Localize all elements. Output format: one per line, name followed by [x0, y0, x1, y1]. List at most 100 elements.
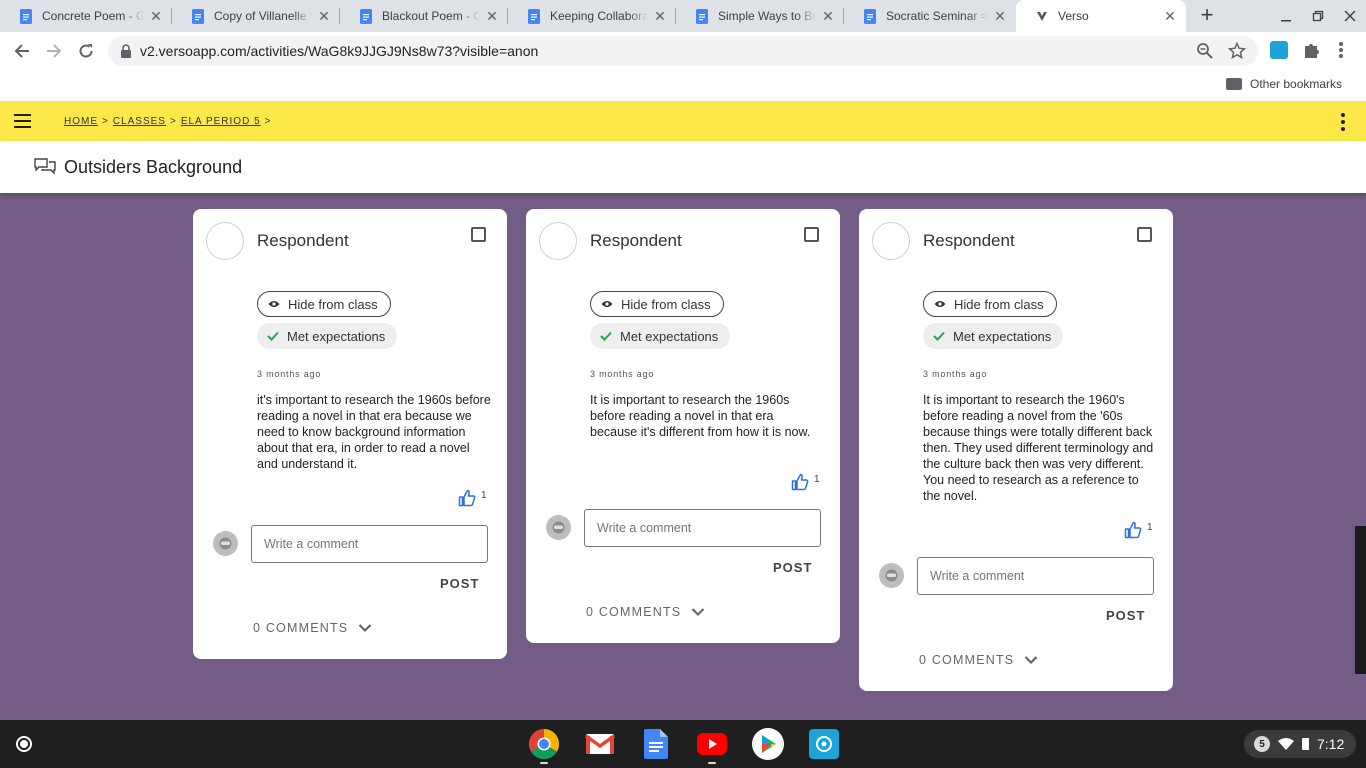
browser-tab-strip: Concrete Poem - Go ✕ Copy of Villanelle … [0, 0, 1366, 32]
hide-from-class-button[interactable]: Hide from class [257, 291, 391, 317]
browser-tab[interactable]: Concrete Poem - Go ✕ [0, 0, 172, 32]
chrome-icon[interactable] [528, 728, 560, 760]
check-icon [933, 331, 945, 341]
other-bookmarks[interactable]: Other bookmarks [1226, 77, 1342, 91]
wifi-icon [1278, 738, 1294, 750]
response-text: It is important to research the 1960s be… [590, 393, 811, 439]
breadcrumb-ela-period-5[interactable]: ELA PERIOD 5 [181, 116, 261, 127]
browser-tab[interactable]: Copy of Villanelle W ✕ [172, 0, 340, 32]
google-docs-icon [694, 8, 710, 24]
tab-title: Concrete Poem - Go [42, 9, 144, 23]
tab-title: Keeping Collaborat [550, 9, 648, 23]
hide-from-class-button[interactable]: Hide from class [923, 291, 1057, 317]
tab-title: Blackout Poem - Go [382, 9, 480, 23]
browser-tab[interactable]: Socratic Seminar = ✕ [844, 0, 1016, 32]
check-icon [267, 331, 279, 341]
extensions-puzzle-icon[interactable] [1302, 40, 1322, 65]
youtube-icon[interactable] [696, 728, 728, 760]
response-text: it's important to research the 1960s bef… [257, 393, 491, 471]
like-button[interactable]: 1 [791, 473, 820, 496]
restore-icon[interactable] [1308, 6, 1328, 26]
google-docs-icon[interactable] [640, 728, 672, 760]
reload-icon[interactable] [74, 39, 98, 63]
post-button[interactable]: POST [773, 560, 812, 575]
post-button[interactable]: POST [1106, 608, 1145, 623]
browser-tab[interactable]: Simple Ways to Bui ✕ [676, 0, 844, 32]
minimize-icon[interactable] [1276, 6, 1296, 26]
bookmark-star-icon[interactable] [1227, 41, 1247, 65]
close-window-icon[interactable] [1340, 6, 1360, 26]
google-docs-icon [862, 8, 878, 24]
launcher-icon[interactable] [10, 730, 38, 758]
browser-toolbar: v2.versoapp.com/activities/WaG8k9JJGJ9Ns… [0, 32, 1366, 70]
tab-close-icon[interactable]: ✕ [316, 8, 332, 24]
comment-input[interactable] [251, 525, 488, 563]
hamburger-menu-icon[interactable] [14, 114, 31, 128]
tab-close-icon[interactable]: ✕ [1162, 8, 1178, 24]
screencastify-extension-icon[interactable] [1270, 41, 1288, 59]
comment-input[interactable] [917, 557, 1154, 595]
gmail-icon[interactable] [584, 728, 616, 760]
thumbs-up-icon [791, 473, 809, 496]
play-store-icon[interactable] [752, 728, 784, 760]
lock-icon [120, 44, 132, 58]
like-button[interactable]: 1 [1124, 521, 1153, 544]
comments-toggle[interactable]: 0 COMMENTS [253, 621, 372, 635]
post-button[interactable]: POST [440, 576, 479, 591]
met-expectations-chip[interactable]: Met expectations [923, 323, 1064, 349]
avatar [539, 222, 577, 260]
like-count: 1 [1147, 522, 1153, 533]
like-button[interactable]: 1 [458, 489, 487, 512]
select-checkbox[interactable] [804, 227, 819, 242]
tab-close-icon[interactable]: ✕ [652, 8, 668, 24]
response-text: It is important to research the 1960's b… [923, 393, 1154, 503]
select-checkbox[interactable] [471, 227, 486, 242]
address-bar[interactable]: v2.versoapp.com/activities/WaG8k9JJGJ9Ns… [108, 36, 1258, 66]
browser-menu-icon[interactable] [1338, 40, 1344, 65]
browser-tab[interactable]: Keeping Collaborat ✕ [508, 0, 676, 32]
eye-icon [601, 300, 613, 308]
select-checkbox[interactable] [1137, 227, 1152, 242]
chevron-down-icon [1024, 655, 1038, 665]
commenter-avatar [546, 515, 571, 540]
tab-close-icon[interactable]: ✕ [148, 8, 164, 24]
response-card: Respondent Hide from class Met expectati… [193, 209, 507, 659]
comments-count: 0 COMMENTS [586, 605, 682, 619]
avatar [872, 222, 910, 260]
forward-arrow-icon[interactable] [42, 39, 66, 63]
folder-icon [1226, 78, 1242, 90]
browser-tab-active[interactable]: Verso ✕ [1016, 0, 1186, 32]
met-expectations-chip[interactable]: Met expectations [257, 323, 398, 349]
back-arrow-icon[interactable] [10, 39, 34, 63]
tab-close-icon[interactable]: ✕ [820, 8, 836, 24]
tab-title: Copy of Villanelle W [214, 9, 312, 23]
comment-input[interactable] [584, 509, 821, 547]
hide-from-class-button[interactable]: Hide from class [590, 291, 724, 317]
battery-icon [1302, 738, 1309, 750]
eye-icon [268, 300, 280, 308]
tab-close-icon[interactable]: ✕ [484, 8, 500, 24]
met-expectations-chip[interactable]: Met expectations [590, 323, 731, 349]
check-icon [600, 331, 612, 341]
app-menu-icon[interactable] [1336, 113, 1350, 131]
zoom-icon[interactable] [1196, 42, 1214, 65]
breadcrumb-home[interactable]: HOME [64, 116, 98, 127]
respondent-name: Respondent [257, 231, 349, 250]
new-tab-button[interactable]: + [1195, 4, 1219, 28]
thumbs-up-icon [1124, 521, 1142, 544]
tab-title: Simple Ways to Bui [718, 9, 816, 23]
like-count: 1 [481, 490, 487, 501]
screencastify-icon[interactable] [808, 728, 840, 760]
browser-tab[interactable]: Blackout Poem - Go ✕ [340, 0, 508, 32]
system-tray[interactable]: 5 7:12 [1244, 730, 1356, 758]
tab-close-icon[interactable]: ✕ [992, 8, 1008, 24]
side-panel-edge [1355, 526, 1366, 674]
thumbs-up-icon [458, 489, 476, 512]
avatar [206, 222, 244, 260]
comments-count: 0 COMMENTS [919, 653, 1015, 667]
breadcrumb-classes[interactable]: CLASSES [113, 116, 166, 127]
commenter-avatar [213, 531, 238, 556]
tab-title: Verso [1058, 9, 1089, 23]
comments-toggle[interactable]: 0 COMMENTS [586, 605, 705, 619]
comments-toggle[interactable]: 0 COMMENTS [919, 653, 1038, 667]
